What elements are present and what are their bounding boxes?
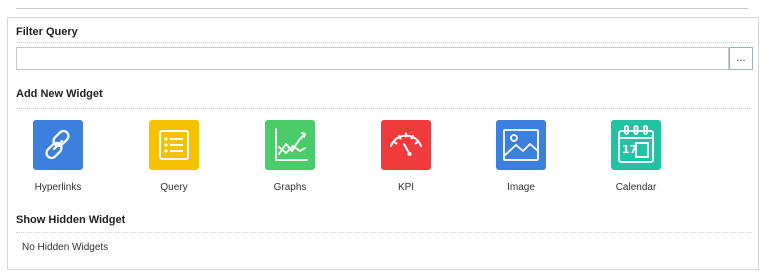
link-icon: [45, 129, 70, 160]
filter-query-heading: Filter Query: [16, 26, 78, 38]
hyperlinks-label: Hyperlinks: [34, 182, 82, 193]
graphs-tile: [265, 120, 315, 170]
hyperlinks-tile: [33, 120, 83, 170]
filter-query-input[interactable]: [16, 47, 729, 70]
graphs-label: Graphs: [273, 182, 307, 193]
kpi-tile: [381, 120, 431, 170]
widget-calendar[interactable]: 17 Calendar: [591, 120, 681, 200]
list-icon: [159, 130, 189, 160]
calendar-icon: 17: [618, 125, 654, 163]
svg-text:17: 17: [622, 143, 637, 156]
query-label: Query: [160, 182, 188, 193]
widget-settings-panel: Filter Query ... Add New Widget Hyperlin…: [7, 17, 759, 270]
gauge-icon: [390, 132, 422, 156]
calendar-label: Calendar: [615, 182, 657, 193]
widget-kpi[interactable]: KPI: [361, 120, 451, 200]
hidden-widget-heading: Show Hidden Widget: [16, 214, 126, 226]
widget-image[interactable]: Image: [476, 120, 566, 200]
line-chart-icon: [275, 128, 308, 161]
kpi-label: KPI: [397, 182, 415, 193]
widget-hyperlinks[interactable]: Hyperlinks: [13, 120, 103, 200]
image-label: Image: [507, 182, 535, 193]
top-divider: [16, 8, 748, 9]
image-icon: [503, 129, 539, 161]
query-tile: [149, 120, 199, 170]
add-widget-heading: Add New Widget: [16, 88, 103, 100]
widget-query[interactable]: Query: [129, 120, 219, 200]
image-tile: [496, 120, 546, 170]
hidden-widget-divider: [16, 232, 752, 233]
calendar-tile: 17: [611, 120, 661, 170]
no-hidden-widgets-text: No Hidden Widgets: [22, 242, 109, 253]
filter-query-browse-button[interactable]: ...: [729, 47, 753, 70]
add-widget-divider: [16, 108, 752, 109]
widget-graphs[interactable]: Graphs: [245, 120, 335, 200]
filter-query-divider: [16, 42, 752, 43]
